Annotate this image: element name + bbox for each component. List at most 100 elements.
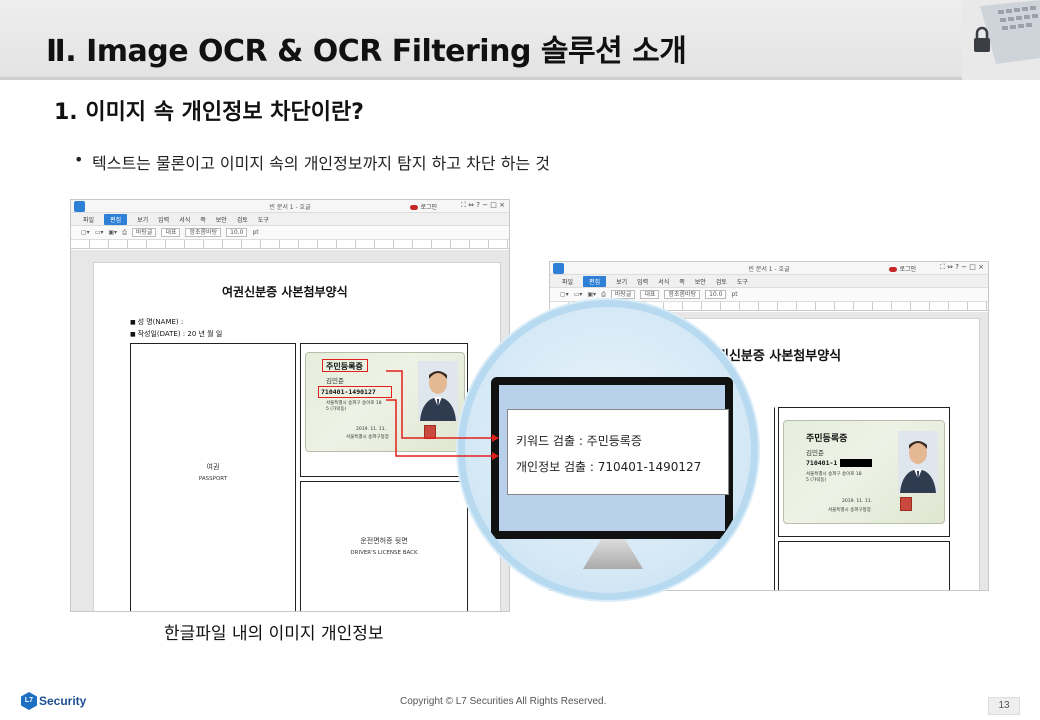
section-subtitle: 1. 이미지 속 개인정보 차단이란? [54, 100, 364, 125]
bullet-text: 텍스트는 물론이고 이미지 속의 개인정보까지 탐지 하고 차단 하는 것 [74, 150, 550, 174]
print-icon[interactable]: ⎙ [601, 291, 606, 299]
document-title: 빈 문서 1 - 호글 [269, 204, 311, 211]
company-logo: L7 Security [21, 692, 86, 710]
id-card-address2: 5 (가락동) [326, 407, 347, 412]
style-select[interactable]: 바탕글 [610, 290, 636, 299]
id-card-issue-date: 2019. 11. 11. [842, 499, 873, 504]
menu-file[interactable]: 파일 [562, 277, 573, 286]
id-card-number-masked: 710401-1 [806, 459, 838, 467]
menu-edit[interactable]: 편집 [583, 275, 607, 287]
document-page[interactable]: 여권신분증 사본첨부양식 성 명(NAME) : 작성일(DATE) : 20 … [93, 262, 501, 611]
laptop-lock-icon [962, 0, 1040, 80]
license-label: 운전면허증 뒷면 [360, 537, 408, 545]
print-icon[interactable]: ⎙ [122, 229, 127, 237]
menu-view[interactable]: 보기 [137, 215, 148, 224]
new-doc-icon[interactable]: ▢▾ [560, 291, 569, 298]
menu-edit[interactable]: 편집 [104, 213, 128, 225]
license-cell [778, 541, 950, 590]
form-title: 여권신분증 사본첨부양식 [222, 285, 348, 299]
id-card-image: 주민등록증 김민준 710401-1490127 서울특별시 송파구 송이로 1… [305, 352, 465, 452]
portrait-photo [418, 361, 458, 421]
menu-insert[interactable]: 입력 [637, 277, 648, 286]
id-card-image-masked: 주민등록증 김민준 710401-1 서울특별시 송파구 송이로 18 5 (가… [783, 420, 945, 524]
seal-icon [424, 425, 436, 439]
hwp-logo-icon [74, 201, 85, 212]
l7-logo-icon: L7 [21, 692, 37, 710]
window-controls[interactable]: ⛶ ⇔ ? − □ × [940, 263, 984, 272]
menu-security[interactable]: 보안 [216, 215, 227, 224]
size-unit[interactable]: pt [731, 291, 737, 298]
window-controls[interactable]: ⛶ ⇔ ? − □ × [461, 201, 505, 210]
ocr-magnifier: 키워드 검출 : 주민등록증 개인정보 검출 : 710401-1490127 [458, 300, 758, 600]
id-card-issuer: 서울특별시 송파구청장 [828, 508, 871, 513]
page-number: 13 [988, 697, 1020, 715]
image-caption: 한글파일 내의 이미지 개인정보 [164, 624, 384, 644]
slide-title: Ⅱ. Image OCR & OCR Filtering 솔루션 소개 [46, 34, 687, 69]
outline-select[interactable]: 대표 [161, 228, 181, 237]
ocr-result-card: 키워드 검출 : 주민등록증 개인정보 검출 : 710401-1490127 [507, 409, 729, 495]
form-title: 권신분증 사본첨부양식 [717, 349, 842, 364]
license-label-en: DRIVER'S LICENSE BACK [350, 550, 418, 556]
menu-format[interactable]: 서식 [658, 277, 669, 286]
font-size-input[interactable]: 10.0 [226, 228, 248, 237]
monitor-screen: 키워드 검출 : 주민등록증 개인정보 검출 : 710401-1490127 [499, 385, 729, 531]
save-icon[interactable]: ▣▾ [587, 291, 596, 298]
window-titlebar: 빈 문서 1 - 호글 로그인 ⛶ ⇔ ? − □ × [71, 200, 509, 213]
seal-icon [900, 497, 912, 511]
passport-label-en: PASSPORT [198, 476, 228, 482]
keyword-highlight-box [322, 359, 368, 372]
menu-tools[interactable]: 도구 [737, 277, 748, 286]
login-button[interactable]: 로그인 [410, 202, 437, 211]
hwp-logo-icon [553, 263, 564, 274]
hwp-window-original: 빈 문서 1 - 호글 로그인 ⛶ ⇔ ? − □ × 파일 편집 보기 입력 … [70, 199, 510, 612]
menu-review[interactable]: 검토 [716, 277, 727, 286]
id-card-name: 김민준 [806, 449, 824, 457]
pii-mask-block [840, 459, 872, 467]
style-select[interactable]: 바탕글 [131, 228, 157, 237]
id-card-issue-date: 2019. 11. 11. [356, 427, 387, 432]
menu-file[interactable]: 파일 [83, 215, 94, 224]
pii-highlight-box [318, 386, 392, 398]
menu-security[interactable]: 보안 [695, 277, 706, 286]
size-unit[interactable]: pt [252, 229, 258, 236]
save-icon[interactable]: ▣▾ [108, 229, 117, 236]
login-button[interactable]: 로그인 [889, 264, 916, 273]
menu-bar: 파일 편집 보기 입력 서식 쪽 보안 검토 도구 [550, 275, 988, 288]
font-select[interactable]: 함초롬바탕 [185, 228, 222, 237]
date-field: 작성일(DATE) : 20 년 월 일 [130, 329, 223, 339]
font-size-input[interactable]: 10.0 [705, 290, 727, 299]
id-card-issuer: 서울특별시 송파구청장 [346, 435, 389, 440]
menu-review[interactable]: 검토 [237, 215, 248, 224]
menu-page[interactable]: 쪽 [679, 277, 685, 286]
monitor-stand [583, 539, 643, 569]
ruler[interactable] [71, 240, 509, 249]
outline-select[interactable]: 대표 [640, 290, 660, 299]
logo-text: Security [39, 694, 87, 708]
menu-insert[interactable]: 입력 [158, 215, 169, 224]
format-toolbar: ▢▾ ▭▾ ▣▾ ⎙ 바탕글 대표 함초롬바탕 10.0 pt [71, 226, 509, 240]
id-card-name: 김민준 [326, 377, 344, 385]
open-icon[interactable]: ▭▾ [574, 291, 583, 298]
menu-page[interactable]: 쪽 [200, 215, 206, 224]
document-title: 빈 문서 1 - 호글 [748, 266, 790, 273]
document-area: 여권신분증 사본첨부양식 성 명(NAME) : 작성일(DATE) : 20 … [71, 250, 509, 611]
id-card-title: 주민등록증 [806, 434, 848, 444]
id-card-address2: 5 (가락동) [806, 478, 827, 483]
menu-format[interactable]: 서식 [179, 215, 190, 224]
window-titlebar: 빈 문서 1 - 호글 로그인 ⛶ ⇔ ? − □ × [550, 262, 988, 275]
copyright-text: Copyright © L7 Securities All Rights Res… [400, 696, 607, 707]
passport-cell: 여권 PASSPORT [130, 343, 296, 611]
license-cell: 운전면허증 뒷면 DRIVER'S LICENSE BACK [300, 481, 468, 611]
portrait-photo [898, 431, 938, 493]
open-icon[interactable]: ▭▾ [95, 229, 104, 236]
pii-detection-result: 개인정보 검출 : 710401-1490127 [516, 460, 702, 474]
new-doc-icon[interactable]: ▢▾ [81, 229, 90, 236]
passport-label: 여권 [206, 463, 220, 471]
monitor-icon: 키워드 검출 : 주민등록증 개인정보 검출 : 710401-1490127 [491, 377, 733, 539]
menu-view[interactable]: 보기 [616, 277, 627, 286]
font-select[interactable]: 함초롬바탕 [664, 290, 701, 299]
name-field: 성 명(NAME) : [130, 317, 184, 327]
menu-tools[interactable]: 도구 [258, 215, 269, 224]
menu-bar: 파일 편집 보기 입력 서식 쪽 보안 검토 도구 [71, 213, 509, 226]
id-card-cell: 주민등록증 김민준 710401-1490127 서울특별시 송파구 송이로 1… [300, 343, 468, 477]
